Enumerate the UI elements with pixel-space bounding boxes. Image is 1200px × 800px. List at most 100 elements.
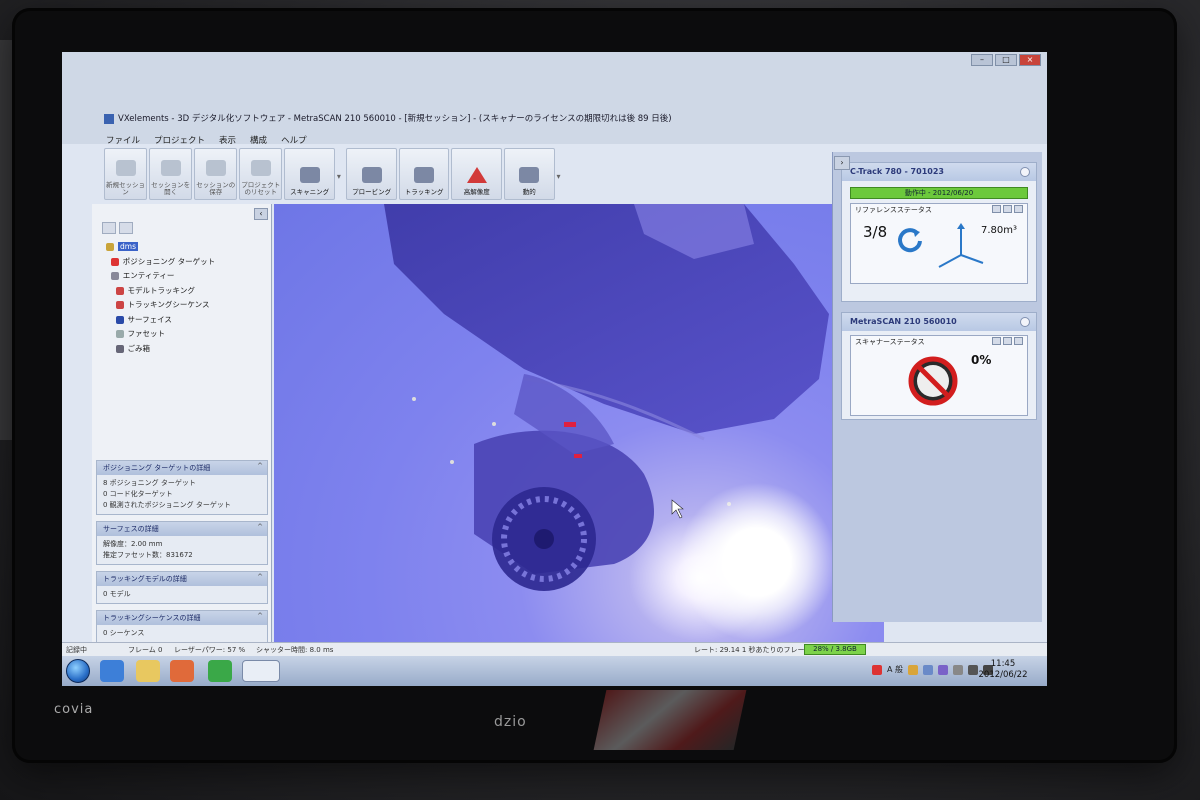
tree-tool-button[interactable] — [119, 222, 133, 234]
tray-icon[interactable] — [923, 664, 933, 675]
scanning-icon — [299, 167, 320, 183]
tray-icon[interactable] — [953, 664, 963, 675]
reference-status-tools — [992, 205, 1023, 213]
collapse-left-panel-button[interactable]: ‹ — [254, 208, 268, 220]
details-line: 解像度：2.00 mm — [103, 540, 163, 548]
dynamic-icon — [519, 167, 540, 183]
scan-point-cloud — [384, 204, 829, 591]
scanner-percent: 0% — [971, 353, 992, 367]
scanner-status-box: スキャナーステータス 0% — [850, 335, 1028, 416]
tracking-button[interactable]: トラッキング — [398, 148, 450, 200]
dynamic-label: 動的 — [522, 188, 536, 196]
window-controls: – □ × — [969, 54, 1041, 66]
restore-button[interactable] — [1003, 205, 1012, 213]
menu-project[interactable]: プロジェクト — [154, 134, 205, 146]
new-session-button[interactable]: 新規セッション — [104, 148, 148, 200]
tray-icon[interactable] — [871, 664, 882, 675]
window-chrome: – □ × VXelements - 3D デジタル化ソフトウェア - Metr… — [62, 52, 1047, 144]
tree-item-model-tracking[interactable]: モデルトラッキング — [106, 284, 266, 299]
tree-item-label: サーフェイス — [127, 314, 172, 324]
collapse-right-panel-button[interactable]: › — [834, 156, 850, 170]
bezel-brand-logo: covia — [54, 702, 94, 717]
reference-status-box: リファレンスステータス 3/8 7.80m³ — [850, 203, 1028, 284]
bezel-model-logo: dzio — [494, 714, 527, 730]
details-header[interactable]: トラッキングシーケンスの詳細 — [97, 611, 267, 625]
trash-icon — [115, 344, 124, 353]
collapse-scanner-button[interactable] — [1020, 317, 1030, 327]
device-panel: C-Track 780 - 701023 動作中 - 2012/06/20 リフ… — [832, 152, 1042, 622]
new-session-icon — [115, 160, 136, 176]
scanning-button[interactable]: スキャニング — [284, 148, 335, 200]
details-body: 解像度：2.00 mm 推定ファセット数：831672 — [97, 536, 267, 564]
target-highlight — [564, 422, 576, 427]
menu-bar: ファイル プロジェクト 表示 構成 ヘルプ — [106, 134, 307, 146]
refresh-icon — [898, 228, 922, 253]
save-session-button[interactable]: セッションの保存 — [194, 148, 238, 200]
scanner-status-tools — [992, 337, 1023, 345]
tray-icon[interactable] — [938, 664, 948, 675]
scanner-status-body: 0% — [851, 347, 1027, 415]
details-line: 0 観測されたポジショニング ターゲット — [103, 501, 231, 509]
menu-view[interactable]: 表示 — [219, 134, 236, 146]
3d-viewport[interactable] — [274, 204, 884, 644]
detach-button[interactable] — [1014, 337, 1023, 345]
tree-item-surface[interactable]: サーフェイス — [106, 313, 266, 328]
dynamic-dropdown-arrow[interactable]: ▾ — [557, 148, 564, 204]
details-header[interactable]: ポジショニング ターゲットの詳細 — [97, 461, 267, 475]
minimize-button[interactable] — [992, 205, 1001, 213]
media-player-icon[interactable] — [170, 660, 194, 682]
vxelements-taskbar-button[interactable] — [242, 660, 280, 682]
restore-button[interactable] — [1003, 337, 1012, 345]
probing-button[interactable]: プロービング — [346, 148, 397, 200]
tracker-card: C-Track 780 - 701023 動作中 - 2012/06/20 リフ… — [841, 162, 1037, 302]
tree-item-label: ファセット — [127, 329, 166, 338]
clock[interactable]: 11:45 2012/06/22 — [973, 659, 1033, 681]
start-button[interactable] — [66, 659, 90, 683]
reference-count: 3/8 — [863, 223, 888, 241]
detach-button[interactable] — [1014, 205, 1023, 213]
high-resolution-button[interactable]: 高解像度 — [451, 148, 502, 200]
input-language[interactable]: A 般 — [887, 664, 903, 675]
tree-item-tracking-sequences[interactable]: トラッキングシーケンス — [106, 298, 266, 313]
menu-help[interactable]: ヘルプ — [281, 134, 307, 146]
surface-icon — [115, 315, 124, 324]
reset-project-icon — [250, 160, 271, 176]
new-session-label: 新規セッション — [106, 181, 146, 196]
tree-item-positioning-targets[interactable]: ポジショニング ターゲット — [106, 255, 266, 270]
positioning-targets-details: ポジショニング ターゲットの詳細 8 ポジショニング ターゲット 0 コード化タ… — [96, 460, 268, 515]
tree-item-facets[interactable]: ファセット — [106, 327, 266, 342]
open-session-button[interactable]: セッションを開く — [149, 148, 193, 200]
maximize-button[interactable]: □ — [995, 54, 1017, 66]
menu-config[interactable]: 構成 — [250, 134, 267, 146]
menu-file[interactable]: ファイル — [106, 134, 140, 146]
reset-project-button[interactable]: プロジェクトのリセット — [239, 148, 283, 200]
green-app-icon[interactable] — [208, 660, 232, 682]
tree-item-trash[interactable]: ごみ箱 — [106, 342, 266, 357]
dynamic-button[interactable]: 動的 — [503, 148, 555, 200]
close-button[interactable]: × — [1019, 54, 1041, 66]
tree-item-entities[interactable]: エンティティー — [106, 269, 266, 284]
shutter-time: シャッター時間: 8.0 ms — [256, 646, 334, 654]
explorer-icon[interactable] — [136, 660, 160, 682]
target-highlight — [574, 454, 582, 458]
details-body: 0 モデル — [97, 586, 267, 603]
details-line: 0 コード化ターゲット — [103, 490, 173, 498]
ie-icon[interactable] — [100, 660, 124, 682]
minimize-button[interactable]: – — [971, 54, 993, 66]
details-header[interactable]: サーフェスの詳細 — [97, 522, 267, 536]
scanning-dropdown-arrow[interactable]: ▾ — [337, 148, 344, 204]
tray-icon[interactable] — [908, 664, 918, 675]
tree-tool-button[interactable] — [102, 222, 116, 234]
tree-item-root[interactable]: dms — [106, 240, 266, 255]
open-session-icon — [160, 160, 181, 176]
recording-status: 記録中 — [66, 646, 87, 654]
project-tree: dms ポジショニング ターゲット エンティティー モデルトラッキング トラッキ… — [106, 240, 266, 356]
details-header[interactable]: トラッキングモデルの詳細 — [97, 572, 267, 586]
tracker-status-bar: 動作中 - 2012/06/20 — [850, 187, 1028, 199]
minimize-button[interactable] — [992, 337, 1001, 345]
reference-status-body: 3/8 7.80m³ — [851, 215, 1027, 283]
wheel-hub — [534, 529, 554, 549]
collapse-tracker-button[interactable] — [1020, 167, 1030, 177]
tree-item-label: ポジショニング ターゲット — [122, 256, 216, 266]
positioning-target-marker — [727, 502, 731, 506]
